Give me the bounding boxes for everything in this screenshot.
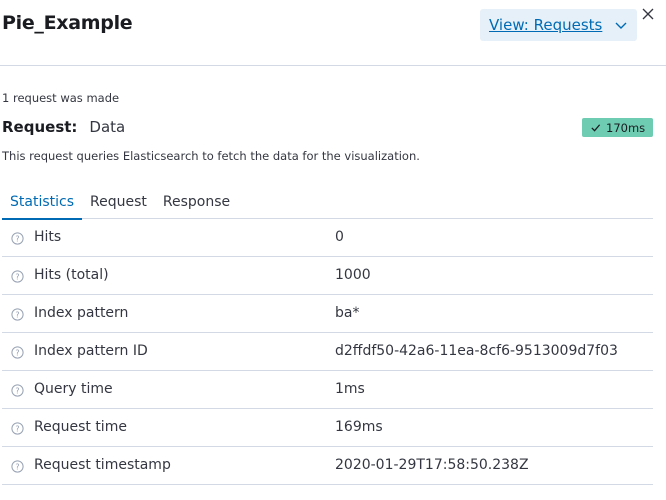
svg-text:?: ?: [15, 272, 19, 281]
stat-name: Request time: [34, 419, 127, 435]
table-row: ? Hits (total) 1000: [2, 257, 653, 295]
stat-value: 1ms: [335, 381, 365, 397]
question-circle-icon[interactable]: ?: [11, 308, 24, 321]
request-label: Request:: [2, 118, 78, 136]
tab-statistics[interactable]: Statistics: [2, 184, 82, 220]
question-circle-icon[interactable]: ?: [11, 232, 24, 245]
table-row: ? Request timestamp 2020-01-29T17:58:50.…: [2, 447, 653, 485]
table-row: ? Query time 1ms: [2, 371, 653, 409]
request-name: Data: [89, 118, 126, 136]
request-count-text: 1 request was made: [2, 91, 120, 105]
question-circle-icon[interactable]: ?: [11, 460, 24, 473]
stat-name: Hits: [34, 229, 62, 245]
question-circle-icon[interactable]: ?: [11, 384, 24, 397]
stat-name: Index pattern ID: [34, 343, 148, 359]
tab-request[interactable]: Request: [82, 184, 155, 219]
stat-name: Hits (total): [34, 267, 109, 283]
question-circle-icon[interactable]: ?: [11, 270, 24, 283]
table-row: ? Index pattern ba*: [2, 295, 653, 333]
view-selector-button[interactable]: View: Requests: [480, 9, 637, 41]
question-circle-icon[interactable]: ?: [11, 422, 24, 435]
request-heading: Request: Data: [2, 118, 125, 136]
duration-badge: 170ms: [582, 118, 653, 137]
stat-value: 1000: [335, 267, 371, 283]
stat-value: 2020-01-29T17:58:50.238Z: [335, 457, 529, 473]
flyout-header: Pie_Example View: Requests: [0, 0, 666, 66]
duration-badge-text: 170ms: [606, 120, 646, 135]
view-selector-label: View: Requests: [489, 16, 603, 34]
svg-text:?: ?: [15, 234, 19, 243]
request-description: This request queries Elasticsearch to fe…: [2, 149, 420, 163]
stat-value: d2ffdf50-42a6-11ea-8cf6-9513009d7f03: [335, 343, 618, 359]
chevron-down-icon: [615, 22, 627, 29]
tab-response[interactable]: Response: [155, 184, 238, 219]
stat-value: ba*: [335, 305, 360, 321]
table-row: ? Request time 169ms: [2, 409, 653, 447]
close-icon[interactable]: [640, 6, 656, 22]
question-circle-icon[interactable]: ?: [11, 346, 24, 359]
page-title: Pie_Example: [2, 12, 133, 34]
svg-text:?: ?: [15, 462, 19, 471]
svg-text:?: ?: [15, 424, 19, 433]
stat-name: Query time: [34, 381, 113, 397]
table-row: ? Hits 0: [2, 219, 653, 257]
statistics-table: ? Hits 0 ? Hits (total) 1000 ? Index pat…: [2, 219, 653, 485]
stat-value: 169ms: [335, 419, 383, 435]
svg-text:?: ?: [15, 386, 19, 395]
svg-text:?: ?: [15, 310, 19, 319]
stat-name: Index pattern: [34, 305, 129, 321]
table-row: ? Index pattern ID d2ffdf50-42a6-11ea-8c…: [2, 333, 653, 371]
svg-text:?: ?: [15, 348, 19, 357]
stat-name: Request timestamp: [34, 457, 171, 473]
stat-value: 0: [335, 229, 344, 245]
tab-bar: Statistics Request Response: [2, 184, 653, 220]
check-icon: [591, 124, 601, 132]
